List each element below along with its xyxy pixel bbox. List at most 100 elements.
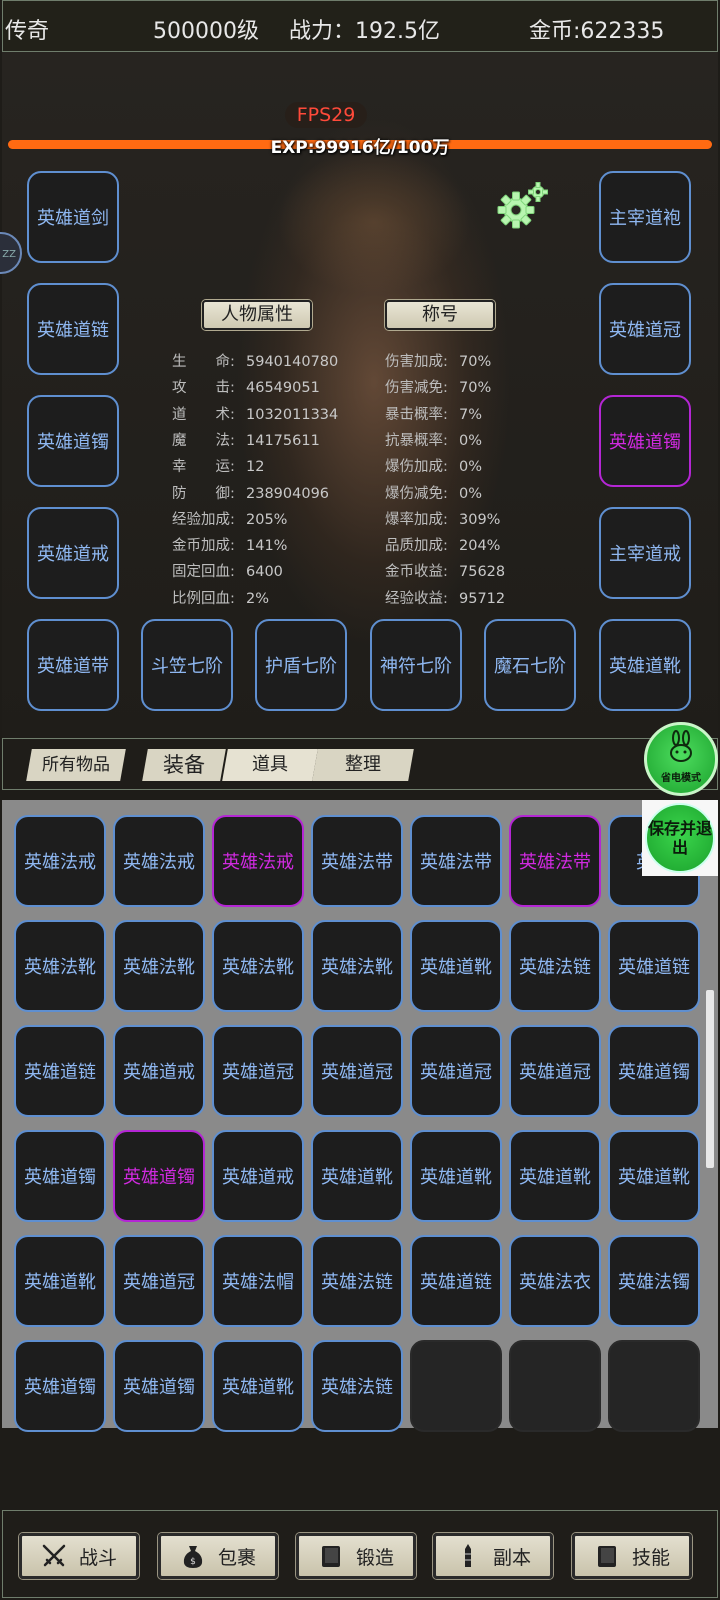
inventory-item[interactable]: 英雄道镯: [608, 1025, 700, 1117]
stat-value: 14175611: [246, 432, 320, 449]
nav-bag-button[interactable]: $ 包裹: [158, 1533, 278, 1579]
inventory-item[interactable]: 英雄道链: [14, 1025, 106, 1117]
save-exit-container: 保存并退出: [642, 800, 718, 876]
equip-slot-helmet[interactable]: 英雄道冠: [599, 283, 691, 375]
inventory-item[interactable]: 英雄法戒: [14, 815, 106, 907]
equip-slot-armor[interactable]: 主宰道袍: [599, 171, 691, 263]
inventory-item[interactable]: 英雄法链: [311, 1235, 403, 1327]
equip-slot-bracelet-left[interactable]: 英雄道镯: [27, 395, 119, 487]
inventory-item[interactable]: 英雄法链: [509, 920, 601, 1012]
inventory-item[interactable]: 英雄法靴: [212, 920, 304, 1012]
stat-label: 幸 运:: [172, 459, 235, 476]
stat-row: 品质加成: 204%: [385, 534, 500, 555]
inventory-item[interactable]: 英雄道冠: [311, 1025, 403, 1117]
equip-slot-ring-left[interactable]: 英雄道戒: [27, 507, 119, 599]
equip-slot-boots[interactable]: 英雄道靴: [599, 619, 691, 711]
inventory-item[interactable]: 英雄道靴: [14, 1235, 106, 1327]
stat-value: 95712: [459, 590, 506, 607]
inventory-item[interactable]: 英雄法戒: [212, 815, 304, 907]
inventory-item[interactable]: 英雄法靴: [14, 920, 106, 1012]
crossed-swords-icon: [42, 1544, 66, 1567]
stat-label: 金币加成:: [172, 538, 235, 555]
tab-sort[interactable]: 整理: [312, 749, 414, 781]
inventory-item[interactable]: 英雄道靴: [212, 1340, 304, 1432]
nav-skill-button[interactable]: 技能: [572, 1533, 692, 1579]
equip-slot-bracelet-right[interactable]: 英雄道镯: [599, 395, 691, 487]
inventory-item[interactable]: 英雄道镯: [14, 1130, 106, 1222]
stat-row: 金币收益: 75628: [385, 560, 505, 581]
equip-slot-weapon[interactable]: 英雄道剑: [27, 171, 119, 263]
stat-label: 爆伤减免:: [385, 485, 448, 502]
stat-label: 爆伤加成:: [385, 459, 448, 476]
money-bag-icon: $: [183, 1546, 203, 1568]
stat-label: 防 御:: [172, 485, 235, 502]
power-save-button[interactable]: 省电模式: [644, 722, 718, 796]
inventory-item[interactable]: 英雄法带: [311, 815, 403, 907]
nav-battle-button[interactable]: 战斗: [19, 1533, 139, 1579]
tab-all-items[interactable]: 所有物品: [26, 749, 126, 781]
inventory-tab-bar: 所有物品 装备 道具 整理: [2, 738, 718, 790]
inventory-item[interactable]: 英雄道冠: [509, 1025, 601, 1117]
equip-slot-shield[interactable]: 护盾七阶: [255, 619, 347, 711]
equip-slot-hat[interactable]: 斗笠七阶: [141, 619, 233, 711]
inventory-item[interactable]: 英雄道靴: [608, 1130, 700, 1222]
inventory-item[interactable]: 英雄法链: [311, 1340, 403, 1432]
stat-label: 暴击概率:: [385, 406, 448, 423]
empty-inventory-slot[interactable]: [509, 1340, 601, 1432]
inventory-item[interactable]: 英雄道靴: [509, 1130, 601, 1222]
empty-inventory-slot[interactable]: [410, 1340, 502, 1432]
nav-forge-button[interactable]: 锻造: [296, 1533, 416, 1579]
tab-equipment[interactable]: 装备: [142, 749, 226, 781]
attributes-button[interactable]: 人物属性: [202, 300, 312, 330]
stat-row: 生 命: 5940140780: [172, 350, 338, 371]
equip-slot-ring-right[interactable]: 主宰道戒: [599, 507, 691, 599]
title-button[interactable]: 称号: [385, 300, 495, 330]
inventory-item[interactable]: 英雄法衣: [509, 1235, 601, 1327]
stat-row: 比例回血: 2%: [172, 587, 269, 608]
inventory-item[interactable]: 英雄道镯: [113, 1130, 205, 1222]
equip-slot-talisman[interactable]: 神符七阶: [370, 619, 462, 711]
stat-row: 爆伤减免: 0%: [385, 482, 482, 503]
tab-props[interactable]: 道具: [222, 749, 318, 781]
empty-inventory-slot[interactable]: [608, 1340, 700, 1432]
equip-slot-necklace[interactable]: 英雄道链: [27, 283, 119, 375]
equip-slot-belt[interactable]: 英雄道带: [27, 619, 119, 711]
inventory-item[interactable]: 英雄法带: [410, 815, 502, 907]
save-exit-button[interactable]: 保存并退出: [645, 803, 715, 873]
tower-icon: [464, 1544, 471, 1567]
rabbit-icon: [670, 730, 692, 762]
nav-dungeon-button[interactable]: 副本: [433, 1533, 553, 1579]
inventory-item[interactable]: 英雄道镯: [14, 1340, 106, 1432]
equip-slot-gem[interactable]: 魔石七阶: [484, 619, 576, 711]
inventory-item[interactable]: 英雄法靴: [311, 920, 403, 1012]
settings-gear-icon[interactable]: [496, 182, 550, 232]
inventory-item[interactable]: 英雄道冠: [410, 1025, 502, 1117]
stat-value: 205%: [246, 511, 288, 528]
fps-counter: FPS29: [285, 102, 367, 128]
inventory-item[interactable]: 英雄道链: [410, 1235, 502, 1327]
top-status-bar: 传奇 500000级 战力：192.5亿 金币:622335: [2, 0, 718, 52]
player-level: 500000级: [153, 19, 259, 44]
stat-row: 幸 运: 12: [172, 455, 264, 476]
inventory-item[interactable]: 英雄法镯: [608, 1235, 700, 1327]
inventory-item[interactable]: 英雄法靴: [113, 920, 205, 1012]
stat-value: 1032011334: [246, 406, 339, 423]
inventory-item[interactable]: 英雄道冠: [212, 1025, 304, 1117]
inventory-item[interactable]: 英雄道戒: [113, 1025, 205, 1117]
inventory-item[interactable]: 英雄道靴: [410, 1130, 502, 1222]
stat-value: 0%: [459, 485, 483, 502]
inventory-item[interactable]: 英雄道靴: [410, 920, 502, 1012]
inventory-scrollbar[interactable]: [706, 990, 714, 1168]
stat-row: 爆率加成: 309%: [385, 508, 500, 529]
stat-row: 攻 击: 46549051: [172, 376, 320, 397]
inventory-item[interactable]: 英雄道链: [608, 920, 700, 1012]
inventory-item[interactable]: 英雄道靴: [311, 1130, 403, 1222]
inventory-item[interactable]: 英雄道镯: [113, 1340, 205, 1432]
stat-value: 12: [246, 459, 265, 476]
inventory-item[interactable]: 英雄道戒: [212, 1130, 304, 1222]
inventory-item[interactable]: 英雄法帽: [212, 1235, 304, 1327]
inventory-item[interactable]: 英雄法戒: [113, 815, 205, 907]
inventory-item[interactable]: 英雄法带: [509, 815, 601, 907]
inventory-item[interactable]: 英雄道冠: [113, 1235, 205, 1327]
stat-value: 7%: [459, 406, 483, 423]
